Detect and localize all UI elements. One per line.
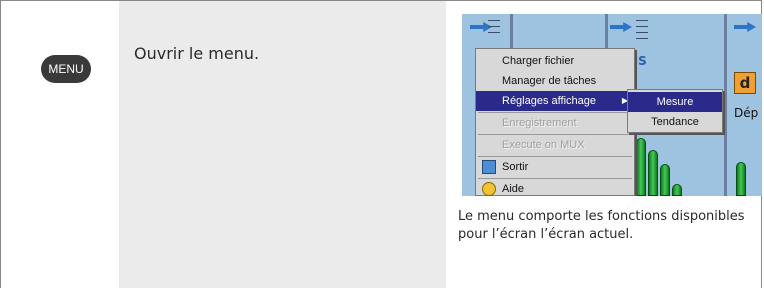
- caption-text: Le menu comporte les fonctions disponibl…: [458, 209, 745, 242]
- level-bar: [736, 162, 746, 196]
- menu-key-badge: MENU: [41, 55, 91, 83]
- menu-item-reglages-affichage[interactable]: Réglages affichage ▶: [476, 91, 634, 111]
- level-bar: [672, 184, 682, 196]
- submenu-item-mesure[interactable]: Mesure: [628, 92, 722, 112]
- screen-divider: [724, 14, 727, 196]
- menu-item-execute-on-mux: Execute on MUX: [502, 139, 585, 151]
- dep-label: Dép: [734, 106, 759, 120]
- level-bar: [648, 150, 658, 196]
- submenu-item-tendance[interactable]: Tendance: [628, 112, 722, 132]
- scale-tick: [636, 32, 648, 33]
- context-menu: Charger fichier Manager de tâches Réglag…: [475, 48, 635, 196]
- arrow-right-icon: [734, 22, 756, 32]
- d-indicator: d: [734, 72, 756, 94]
- menu-item-sortir[interactable]: Sortir: [476, 157, 634, 177]
- scale-tick: [488, 20, 500, 21]
- level-bar: [660, 164, 670, 196]
- key-column: MENU: [1, 1, 119, 288]
- scale-tick: [636, 20, 648, 21]
- table-border-top: [0, 0, 762, 1]
- scale-tick: [636, 38, 648, 39]
- menu-item-charger-fichier[interactable]: Charger fichier: [476, 51, 634, 71]
- level-bar: [636, 138, 646, 196]
- table-row: MENU Ouvrir le menu. RMS d Dép Charger f…: [0, 0, 764, 288]
- device-screenshot: RMS d Dép Charger fichier Manager de tâc…: [462, 14, 762, 196]
- scale-tick: [636, 26, 648, 27]
- instruction-text: Ouvrir le menu.: [134, 44, 260, 63]
- menu-item-aide[interactable]: Aide: [476, 179, 634, 196]
- scale-tick: [488, 26, 500, 27]
- table-border-left: [0, 0, 1, 288]
- submenu: Mesure Tendance: [627, 89, 723, 133]
- arrow-right-icon: [610, 22, 632, 32]
- menu-item-label: Réglages affichage: [502, 95, 596, 107]
- menu-item-enregistrement: Enregistrement: [502, 117, 577, 129]
- menu-item-manager-taches[interactable]: Manager de tâches: [476, 71, 634, 91]
- arrow-right-icon: [470, 22, 492, 32]
- scale-tick: [488, 32, 500, 33]
